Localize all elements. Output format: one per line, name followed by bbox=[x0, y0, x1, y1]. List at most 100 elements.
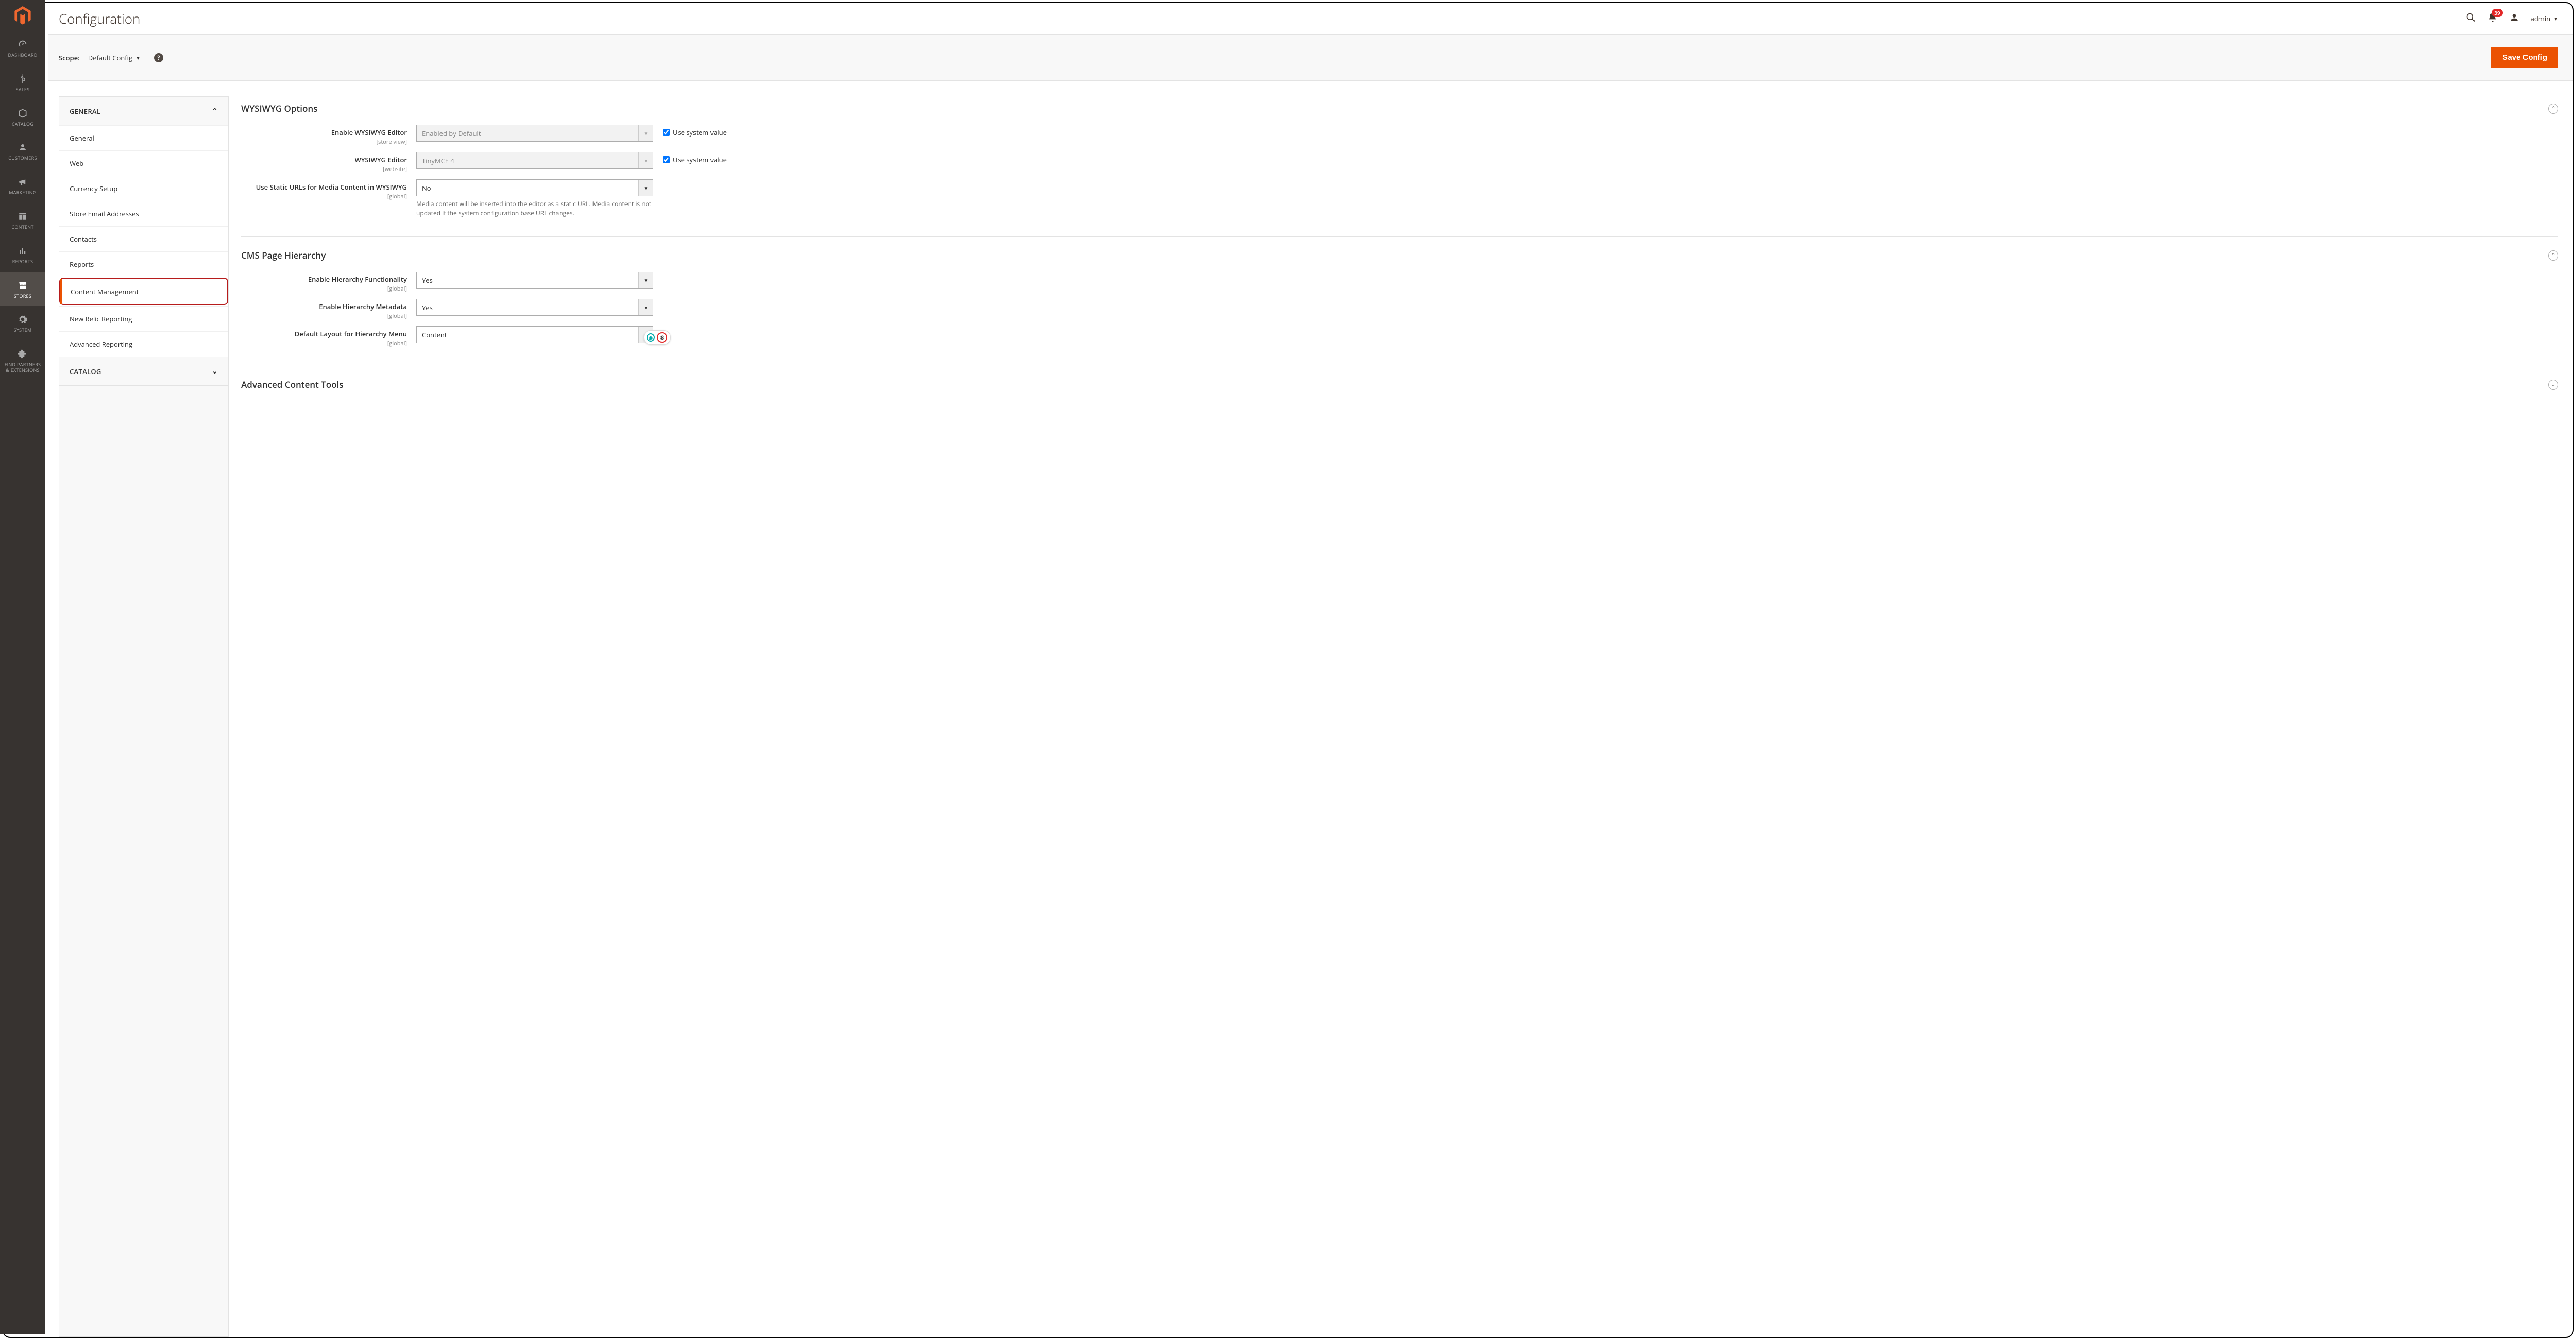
config-item-advanced-reporting[interactable]: Advanced Reporting bbox=[59, 331, 228, 357]
field-label: Default Layout for Hierarchy Menu bbox=[295, 329, 407, 338]
config-group-catalog: CATALOG ⌄ bbox=[59, 357, 228, 386]
chart-icon bbox=[16, 245, 29, 257]
nav-catalog[interactable]: CATALOG bbox=[2, 100, 45, 134]
nav-label: FIND PARTNERS & EXTENSIONS bbox=[2, 362, 43, 374]
chevron-down-icon: ⌄ bbox=[212, 366, 218, 376]
search-icon[interactable] bbox=[2466, 12, 2476, 26]
config-form: WYSIWYG Options ⌃ Enable WYSIWYG Editor … bbox=[241, 96, 2558, 1337]
nav-label: REPORTS bbox=[12, 259, 33, 265]
collapse-icon: ⌃ bbox=[2548, 250, 2558, 261]
nav-label: CATALOG bbox=[12, 122, 33, 127]
save-config-button[interactable]: Save Config bbox=[2491, 47, 2558, 68]
config-group-header-catalog[interactable]: CATALOG ⌄ bbox=[59, 357, 228, 385]
nav-reports[interactable]: REPORTS bbox=[2, 238, 45, 272]
nav-stores[interactable]: STORES bbox=[2, 272, 45, 307]
section-advanced-tools: Advanced Content Tools ⌄ bbox=[241, 372, 2558, 396]
nav-label: CONTENT bbox=[11, 225, 33, 230]
nav-customers[interactable]: CUSTOMERS bbox=[2, 134, 45, 168]
scope-label: Scope: bbox=[59, 53, 80, 62]
field-label: Enable Hierarchy Functionality bbox=[308, 275, 407, 284]
nav-label: SALES bbox=[16, 87, 30, 93]
caret-down-icon: ▼ bbox=[2553, 15, 2558, 22]
section-title: Advanced Content Tools bbox=[241, 379, 344, 391]
field-wysiwyg-editor: WYSIWYG Editor [website] TinyMCE 4 ▼ Use… bbox=[241, 152, 2558, 173]
config-item-content-management[interactable]: Content Management bbox=[60, 279, 227, 304]
select-value: TinyMCE 4 bbox=[417, 156, 638, 165]
notifications-icon[interactable]: 39 bbox=[2487, 12, 2498, 26]
caret-down-icon: ▼ bbox=[135, 54, 141, 61]
puzzle-icon bbox=[16, 348, 29, 360]
config-item-general[interactable]: General bbox=[59, 125, 228, 150]
field-scope: [website] bbox=[241, 165, 407, 173]
config-item-new-relic[interactable]: New Relic Reporting bbox=[59, 306, 228, 331]
nav-sales[interactable]: SALES bbox=[2, 65, 45, 100]
nav-system[interactable]: SYSTEM bbox=[2, 306, 45, 341]
help-icon[interactable]: ? bbox=[154, 53, 163, 62]
nav-content[interactable]: CONTENT bbox=[2, 203, 45, 238]
collapse-icon: ⌃ bbox=[2548, 104, 2558, 114]
account-icon[interactable] bbox=[2509, 12, 2519, 26]
page-header: Configuration 39 admin ▼ bbox=[48, 3, 2573, 34]
select-value: Content bbox=[417, 330, 638, 340]
scope-value: Default Config bbox=[88, 53, 132, 62]
person-icon bbox=[16, 141, 29, 154]
enable-hierarchy-func-select[interactable]: Yes ▼ bbox=[416, 272, 653, 289]
section-hierarchy: CMS Page Hierarchy ⌃ Enable Hierarchy Fu… bbox=[241, 243, 2558, 366]
nav-label: STORES bbox=[14, 294, 31, 299]
use-system-checkbox[interactable] bbox=[663, 156, 670, 163]
nav-dashboard[interactable]: DASHBOARD bbox=[2, 31, 45, 65]
config-item-web[interactable]: Web bbox=[59, 150, 228, 176]
use-system-checkbox[interactable] bbox=[663, 129, 670, 136]
notification-badge: 39 bbox=[2492, 9, 2502, 17]
config-group-header-general[interactable]: GENERAL ⌃ bbox=[59, 97, 228, 125]
config-item-contacts[interactable]: Contacts bbox=[59, 226, 228, 251]
enable-hierarchy-meta-select[interactable]: Yes ▼ bbox=[416, 299, 653, 316]
config-group-label: CATALOG bbox=[70, 367, 101, 376]
section-title: WYSIWYG Options bbox=[241, 103, 317, 114]
field-enable-hierarchy-meta: Enable Hierarchy Metadata [global] Yes ▼ bbox=[241, 299, 2558, 320]
field-note: Media content will be inserted into the … bbox=[416, 199, 653, 218]
enable-wysiwyg-select[interactable]: Enabled by Default ▼ bbox=[416, 125, 653, 142]
nav-marketing[interactable]: MARKETING bbox=[2, 168, 45, 203]
select-value: Yes bbox=[417, 303, 638, 312]
scope-selector[interactable]: Default Config ▼ bbox=[87, 51, 142, 64]
nav-partners[interactable]: FIND PARTNERS & EXTENSIONS bbox=[2, 341, 45, 381]
wysiwyg-editor-select[interactable]: TinyMCE 4 ▼ bbox=[416, 152, 653, 169]
highlight-box: Content Management bbox=[59, 278, 228, 305]
select-value: Enabled by Default bbox=[417, 129, 638, 138]
gauge-icon bbox=[16, 38, 29, 50]
gear-icon bbox=[16, 313, 29, 326]
config-item-currency[interactable]: Currency Setup bbox=[59, 176, 228, 201]
nav-label: MARKETING bbox=[9, 190, 36, 196]
section-header-hierarchy[interactable]: CMS Page Hierarchy ⌃ bbox=[241, 243, 2558, 272]
field-label: Enable WYSIWYG Editor bbox=[331, 128, 407, 137]
select-value: No bbox=[417, 183, 638, 193]
section-header-wysiwyg[interactable]: WYSIWYG Options ⌃ bbox=[241, 96, 2558, 125]
field-default-layout: Default Layout for Hierarchy Menu [globa… bbox=[241, 326, 2558, 347]
admin-user-label: admin bbox=[2531, 14, 2550, 23]
caret-down-icon: ▼ bbox=[638, 272, 653, 288]
floating-widget[interactable]: ◉ 8 bbox=[643, 330, 671, 345]
page-title: Configuration bbox=[59, 9, 2466, 28]
config-nav: GENERAL ⌃ General Web Currency Setup Sto… bbox=[59, 96, 229, 1337]
field-scope: [global] bbox=[241, 285, 407, 293]
field-enable-wysiwyg: Enable WYSIWYG Editor [store view] Enabl… bbox=[241, 125, 2558, 146]
store-icon bbox=[16, 279, 29, 292]
section-header-advanced[interactable]: Advanced Content Tools ⌄ bbox=[241, 372, 2558, 396]
config-item-reports[interactable]: Reports bbox=[59, 251, 228, 277]
magento-logo[interactable] bbox=[2, 2, 45, 31]
caret-down-icon: ▼ bbox=[638, 299, 653, 315]
chevron-up-icon: ⌃ bbox=[212, 106, 218, 116]
widget-indicator-icon: ◉ bbox=[647, 333, 655, 342]
field-label: WYSIWYG Editor bbox=[354, 155, 407, 164]
static-urls-select[interactable]: No ▼ bbox=[416, 179, 653, 196]
field-enable-hierarchy-func: Enable Hierarchy Functionality [global] … bbox=[241, 272, 2558, 293]
config-item-store-email[interactable]: Store Email Addresses bbox=[59, 201, 228, 226]
field-scope: [global] bbox=[241, 340, 407, 347]
caret-down-icon: ▼ bbox=[638, 125, 653, 141]
default-layout-select[interactable]: Content ▼ bbox=[416, 326, 653, 343]
field-label: Use Static URLs for Media Content in WYS… bbox=[256, 182, 407, 192]
admin-user-menu[interactable]: admin ▼ bbox=[2531, 14, 2558, 23]
widget-count: 8 bbox=[657, 332, 667, 343]
section-wysiwyg: WYSIWYG Options ⌃ Enable WYSIWYG Editor … bbox=[241, 96, 2558, 237]
